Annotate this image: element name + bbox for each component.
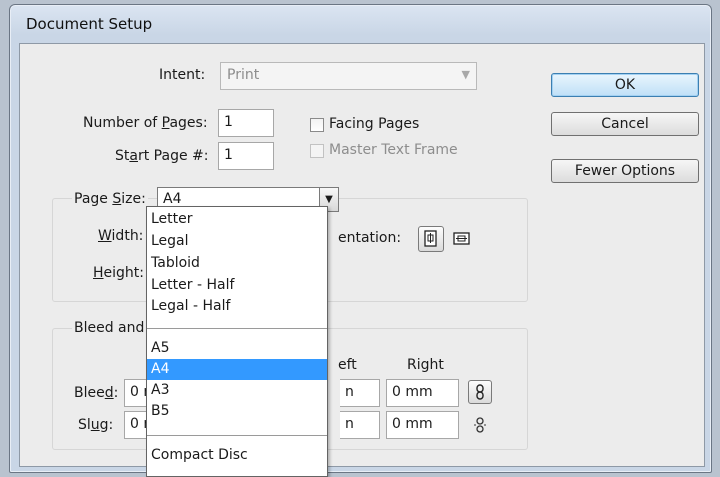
chevron-down-icon: ▼ <box>461 68 470 81</box>
start-page-label: Start Page #: <box>115 148 209 164</box>
portrait-icon <box>424 230 437 247</box>
master-text-frame-label: Master Text Frame <box>329 142 458 158</box>
page-size-value: A4 <box>163 191 182 207</box>
intent-value: Print <box>227 67 260 83</box>
document-setup-window: Document Setup Intent: Print ▼ Number of… <box>9 4 712 473</box>
width-label: Width: <box>98 228 144 244</box>
number-of-pages-label: Number of Pages: <box>83 115 208 131</box>
page-size-dropdown-list[interactable]: Letter Legal Tabloid Letter - Half Legal… <box>146 206 328 477</box>
dialog-client-area: Intent: Print ▼ Number of Pages: 1 Start… <box>19 43 705 467</box>
option-legal-half[interactable]: Legal - Half <box>147 296 327 317</box>
facing-pages-label: Facing Pages <box>329 116 420 132</box>
option-a3[interactable]: A3 <box>147 380 327 401</box>
landscape-orientation-button[interactable] <box>449 226 475 252</box>
start-page-input[interactable]: 1 <box>218 142 274 170</box>
option-letter-half[interactable]: Letter - Half <box>147 275 327 296</box>
broken-chain-link-icon <box>474 417 486 433</box>
slug-label: Slug: <box>78 417 114 433</box>
bleed-right-input[interactable]: 0 mm <box>386 379 459 407</box>
landscape-icon <box>453 232 470 245</box>
cancel-button[interactable]: Cancel <box>551 112 699 136</box>
window-title: Document Setup <box>26 15 153 33</box>
facing-pages-checkbox[interactable] <box>310 118 324 132</box>
bleed-link-button[interactable] <box>468 380 492 404</box>
option-a5[interactable]: A5 <box>147 338 327 359</box>
option-a4[interactable]: A4 <box>147 359 327 380</box>
bleed-left-input[interactable]: n <box>340 379 380 407</box>
column-left-header: eft <box>338 357 357 373</box>
slug-left-input[interactable]: n <box>340 411 380 439</box>
fewer-options-button[interactable]: Fewer Options <box>551 159 699 183</box>
chain-link-icon <box>476 384 484 400</box>
intent-combo: Print ▼ <box>220 62 477 90</box>
option-letter[interactable]: Letter <box>147 209 327 230</box>
ok-button[interactable]: OK <box>551 73 699 97</box>
portrait-orientation-button[interactable] <box>418 226 444 252</box>
column-right-header: Right <box>407 357 444 373</box>
page-size-label: Page Size: <box>72 191 148 207</box>
bleed-label: Bleed: <box>74 385 119 401</box>
option-compact-disc[interactable]: Compact Disc <box>147 445 327 466</box>
slug-link-button[interactable] <box>468 413 492 437</box>
height-label: Height: <box>93 265 144 281</box>
option-tabloid[interactable]: Tabloid <box>147 253 327 274</box>
dropdown-separator <box>147 435 327 436</box>
orientation-label: entation: <box>338 230 402 246</box>
master-text-frame-checkbox[interactable] <box>310 144 324 158</box>
dropdown-separator <box>147 328 327 329</box>
slug-right-input[interactable]: 0 mm <box>386 411 459 439</box>
option-legal[interactable]: Legal <box>147 231 327 252</box>
option-b5[interactable]: B5 <box>147 401 327 422</box>
intent-label: Intent: <box>159 67 206 83</box>
number-of-pages-input[interactable]: 1 <box>218 109 274 137</box>
